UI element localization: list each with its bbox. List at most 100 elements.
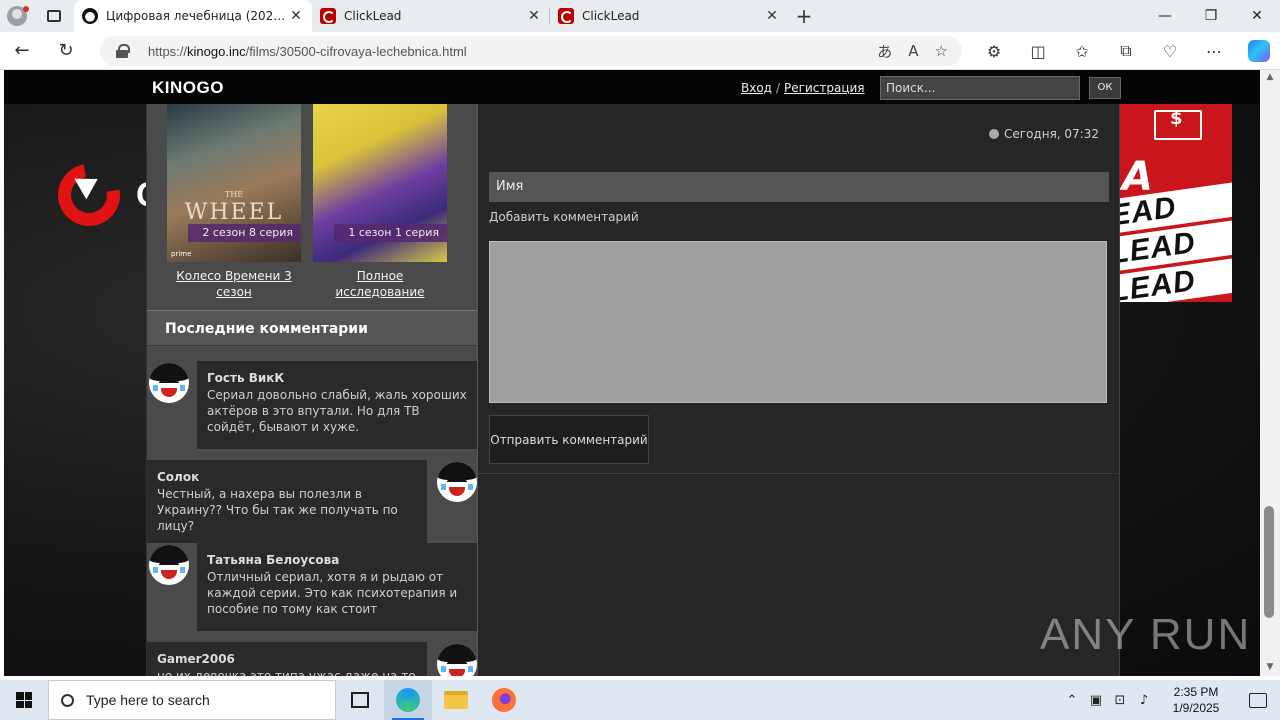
- scroll-thumb[interactable]: [1264, 506, 1274, 618]
- kinogo-favicon-icon: [82, 8, 98, 24]
- close-tab-icon[interactable]: ✕: [764, 8, 780, 24]
- taskbar-search[interactable]: Type here to search: [48, 680, 336, 720]
- add-comment-label: Добавить комментарий: [489, 210, 639, 224]
- latest-comments-heading: Последние комментарии: [147, 310, 477, 346]
- site-search-input[interactable]: Поиск...: [880, 76, 1080, 100]
- close-window-icon[interactable]: ✕: [1234, 0, 1280, 32]
- extensions-icon[interactable]: ⚙: [972, 42, 1016, 61]
- chevron-up-icon[interactable]: ⌃: [1060, 693, 1084, 708]
- site-header: KINOGO Вход / Регистрация Поиск... ОК: [4, 70, 1260, 104]
- windows-taskbar: Type here to search ⌃ ▣ ⊡ ♪ 2:35 PM 1/9/2…: [0, 680, 1280, 720]
- login-link[interactable]: Вход: [741, 81, 772, 95]
- tab-title: ClickLead: [344, 9, 402, 23]
- clicklead-favicon-icon: [558, 8, 574, 24]
- name-input[interactable]: Имя: [489, 172, 1109, 202]
- address-bar-row: ← ↻ https://kinogo.inc/films/30500-cifro…: [0, 32, 1280, 70]
- favorites-icon[interactable]: ✩: [1060, 42, 1104, 61]
- browser-tab-clicklead-1[interactable]: ClickLead ✕: [312, 0, 550, 32]
- comment-author[interactable]: Гость ВикК: [207, 371, 467, 385]
- split-screen-icon[interactable]: ◫: [1016, 42, 1060, 61]
- read-aloud-icon[interactable]: A: [908, 42, 918, 60]
- close-tab-icon[interactable]: ✕: [526, 8, 542, 24]
- firefox-taskbar-button[interactable]: [480, 680, 528, 720]
- firefox-icon: [492, 688, 516, 712]
- taskbar-clock[interactable]: 2:35 PM 1/9/2025: [1156, 684, 1236, 716]
- left-sidebar: THE WHEEL 2 сезон 8 серия prime Колесо В…: [146, 104, 478, 676]
- browser-toolbar: ⚙ ◫ ✩ ⧉ ♡ ⋯: [972, 32, 1270, 70]
- device-icon[interactable]: ▣: [1084, 693, 1108, 708]
- auth-links: Вход / Регистрация: [741, 81, 865, 95]
- tab-actions-icon[interactable]: [34, 0, 74, 32]
- task-view-icon: [351, 692, 369, 708]
- new-tab-icon[interactable]: +: [788, 4, 820, 28]
- system-tray: ⌃ ▣ ⊡ ♪ 2:35 PM 1/9/2025: [1060, 680, 1280, 720]
- comment-author[interactable]: Татьяна Белоусова: [207, 553, 467, 567]
- lock-icon[interactable]: [116, 44, 130, 58]
- search-ok-button[interactable]: ОК: [1089, 77, 1121, 99]
- edge-taskbar-button[interactable]: [384, 680, 432, 720]
- scroll-down-icon[interactable]: ▼: [1264, 662, 1276, 674]
- comment-text: но их девочка это типа ужас даже на то: [157, 669, 416, 676]
- comment-author[interactable]: Gamer2006: [157, 652, 417, 666]
- collections-icon[interactable]: ⧉: [1104, 41, 1148, 61]
- submit-comment-button[interactable]: Отправить комментарий: [489, 415, 649, 464]
- comment-item: Солок Честный, а нахера вы полезли в Укр…: [147, 460, 477, 552]
- task-view-button[interactable]: [336, 680, 384, 720]
- explorer-taskbar-button[interactable]: [432, 680, 480, 720]
- browser-tab-clicklead-2[interactable]: ClickLead ✕: [550, 0, 788, 32]
- favorite-star-icon[interactable]: ☆: [935, 42, 948, 60]
- poster-title-link[interactable]: Полное исследование: [313, 268, 447, 300]
- search-icon: [61, 693, 74, 707]
- poster-full-investigation[interactable]: 1 сезон 1 серия: [313, 104, 447, 262]
- dollar-icon: $: [1170, 108, 1183, 129]
- copilot-icon[interactable]: [1248, 40, 1270, 62]
- url-text: https://kinogo.inc/films/30500-cifrovaya…: [148, 43, 467, 59]
- comment-text: Сериал довольно слабый, жаль хороших акт…: [207, 388, 467, 434]
- comment-author[interactable]: Солок: [157, 470, 417, 484]
- avatar: [149, 545, 189, 585]
- refresh-icon[interactable]: ↻: [44, 32, 88, 70]
- translate-icon[interactable]: あ: [877, 41, 892, 62]
- close-tab-icon[interactable]: ✕: [288, 8, 304, 24]
- avatar: [437, 644, 477, 676]
- web-page: C KINOGO Вход/Регистрация Поиск... ОК TH…: [4, 70, 1260, 676]
- browser-tab-kinogo[interactable]: Цифровая лечебница (2022) см ✕: [74, 0, 312, 32]
- anyrun-watermark: ANY RUN: [1040, 610, 1252, 659]
- edge-icon: [396, 688, 420, 712]
- comment-text: Честный, а нахера вы полезли в Украину??…: [157, 487, 398, 533]
- avatar: [437, 462, 477, 502]
- window-controls: — ❐ ✕: [1142, 0, 1280, 32]
- comment-item: Татьяна Белоусова Отличный сериал, хотя …: [147, 543, 477, 635]
- comment-item: Gamer2006 но их девочка это типа ужас да…: [147, 642, 477, 676]
- notification-icon[interactable]: [1236, 692, 1280, 708]
- avatar: [149, 363, 189, 403]
- register-link[interactable]: Регистрация: [784, 81, 864, 95]
- restore-icon[interactable]: ❐: [1188, 0, 1234, 32]
- poster-title-link[interactable]: Колесо Времени 3 сезон: [167, 268, 301, 300]
- comment-item: Гость ВикК Сериал довольно слабый, жаль …: [147, 361, 477, 453]
- back-icon[interactable]: ←: [0, 32, 44, 70]
- main-content: Сегодня, 07:32 Имя Добавить комментарий …: [478, 104, 1120, 676]
- volume-icon[interactable]: ♪: [1132, 693, 1156, 708]
- start-button[interactable]: [0, 680, 48, 720]
- scroll-up-icon[interactable]: ▲: [1264, 72, 1276, 84]
- url-field[interactable]: https://kinogo.inc/films/30500-cifrovaya…: [100, 36, 962, 66]
- tab-title: Цифровая лечебница (2022) см: [106, 9, 288, 23]
- poster-wheel-of-time[interactable]: THE WHEEL 2 сезон 8 серия prime: [167, 104, 301, 262]
- more-menu-icon[interactable]: ⋯: [1192, 42, 1236, 61]
- browser-tab-bar: Цифровая лечебница (2022) см ✕ ClickLead…: [0, 0, 1280, 32]
- network-icon[interactable]: ⊡: [1108, 693, 1132, 708]
- performance-icon[interactable]: ♡: [1148, 42, 1192, 61]
- divider: [478, 473, 1120, 474]
- comment-text: Отличный сериал, хотя я и рыдаю от каждо…: [207, 570, 458, 616]
- clicklead-ad-banner[interactable]: $ A EAD LEAD LEAD: [1120, 104, 1232, 302]
- minimize-icon[interactable]: —: [1142, 0, 1188, 32]
- site-title[interactable]: KINOGO: [152, 78, 224, 98]
- page-scrollbar[interactable]: ▲ ▼: [1260, 70, 1280, 676]
- comment-textarea[interactable]: [489, 241, 1107, 403]
- tab-title: ClickLead: [582, 9, 640, 23]
- windows-icon: [16, 692, 32, 708]
- episode-badge: 2 сезон 8 серия: [188, 224, 301, 242]
- profile-icon[interactable]: [0, 0, 34, 32]
- post-date: Сегодня, 07:32: [989, 127, 1099, 141]
